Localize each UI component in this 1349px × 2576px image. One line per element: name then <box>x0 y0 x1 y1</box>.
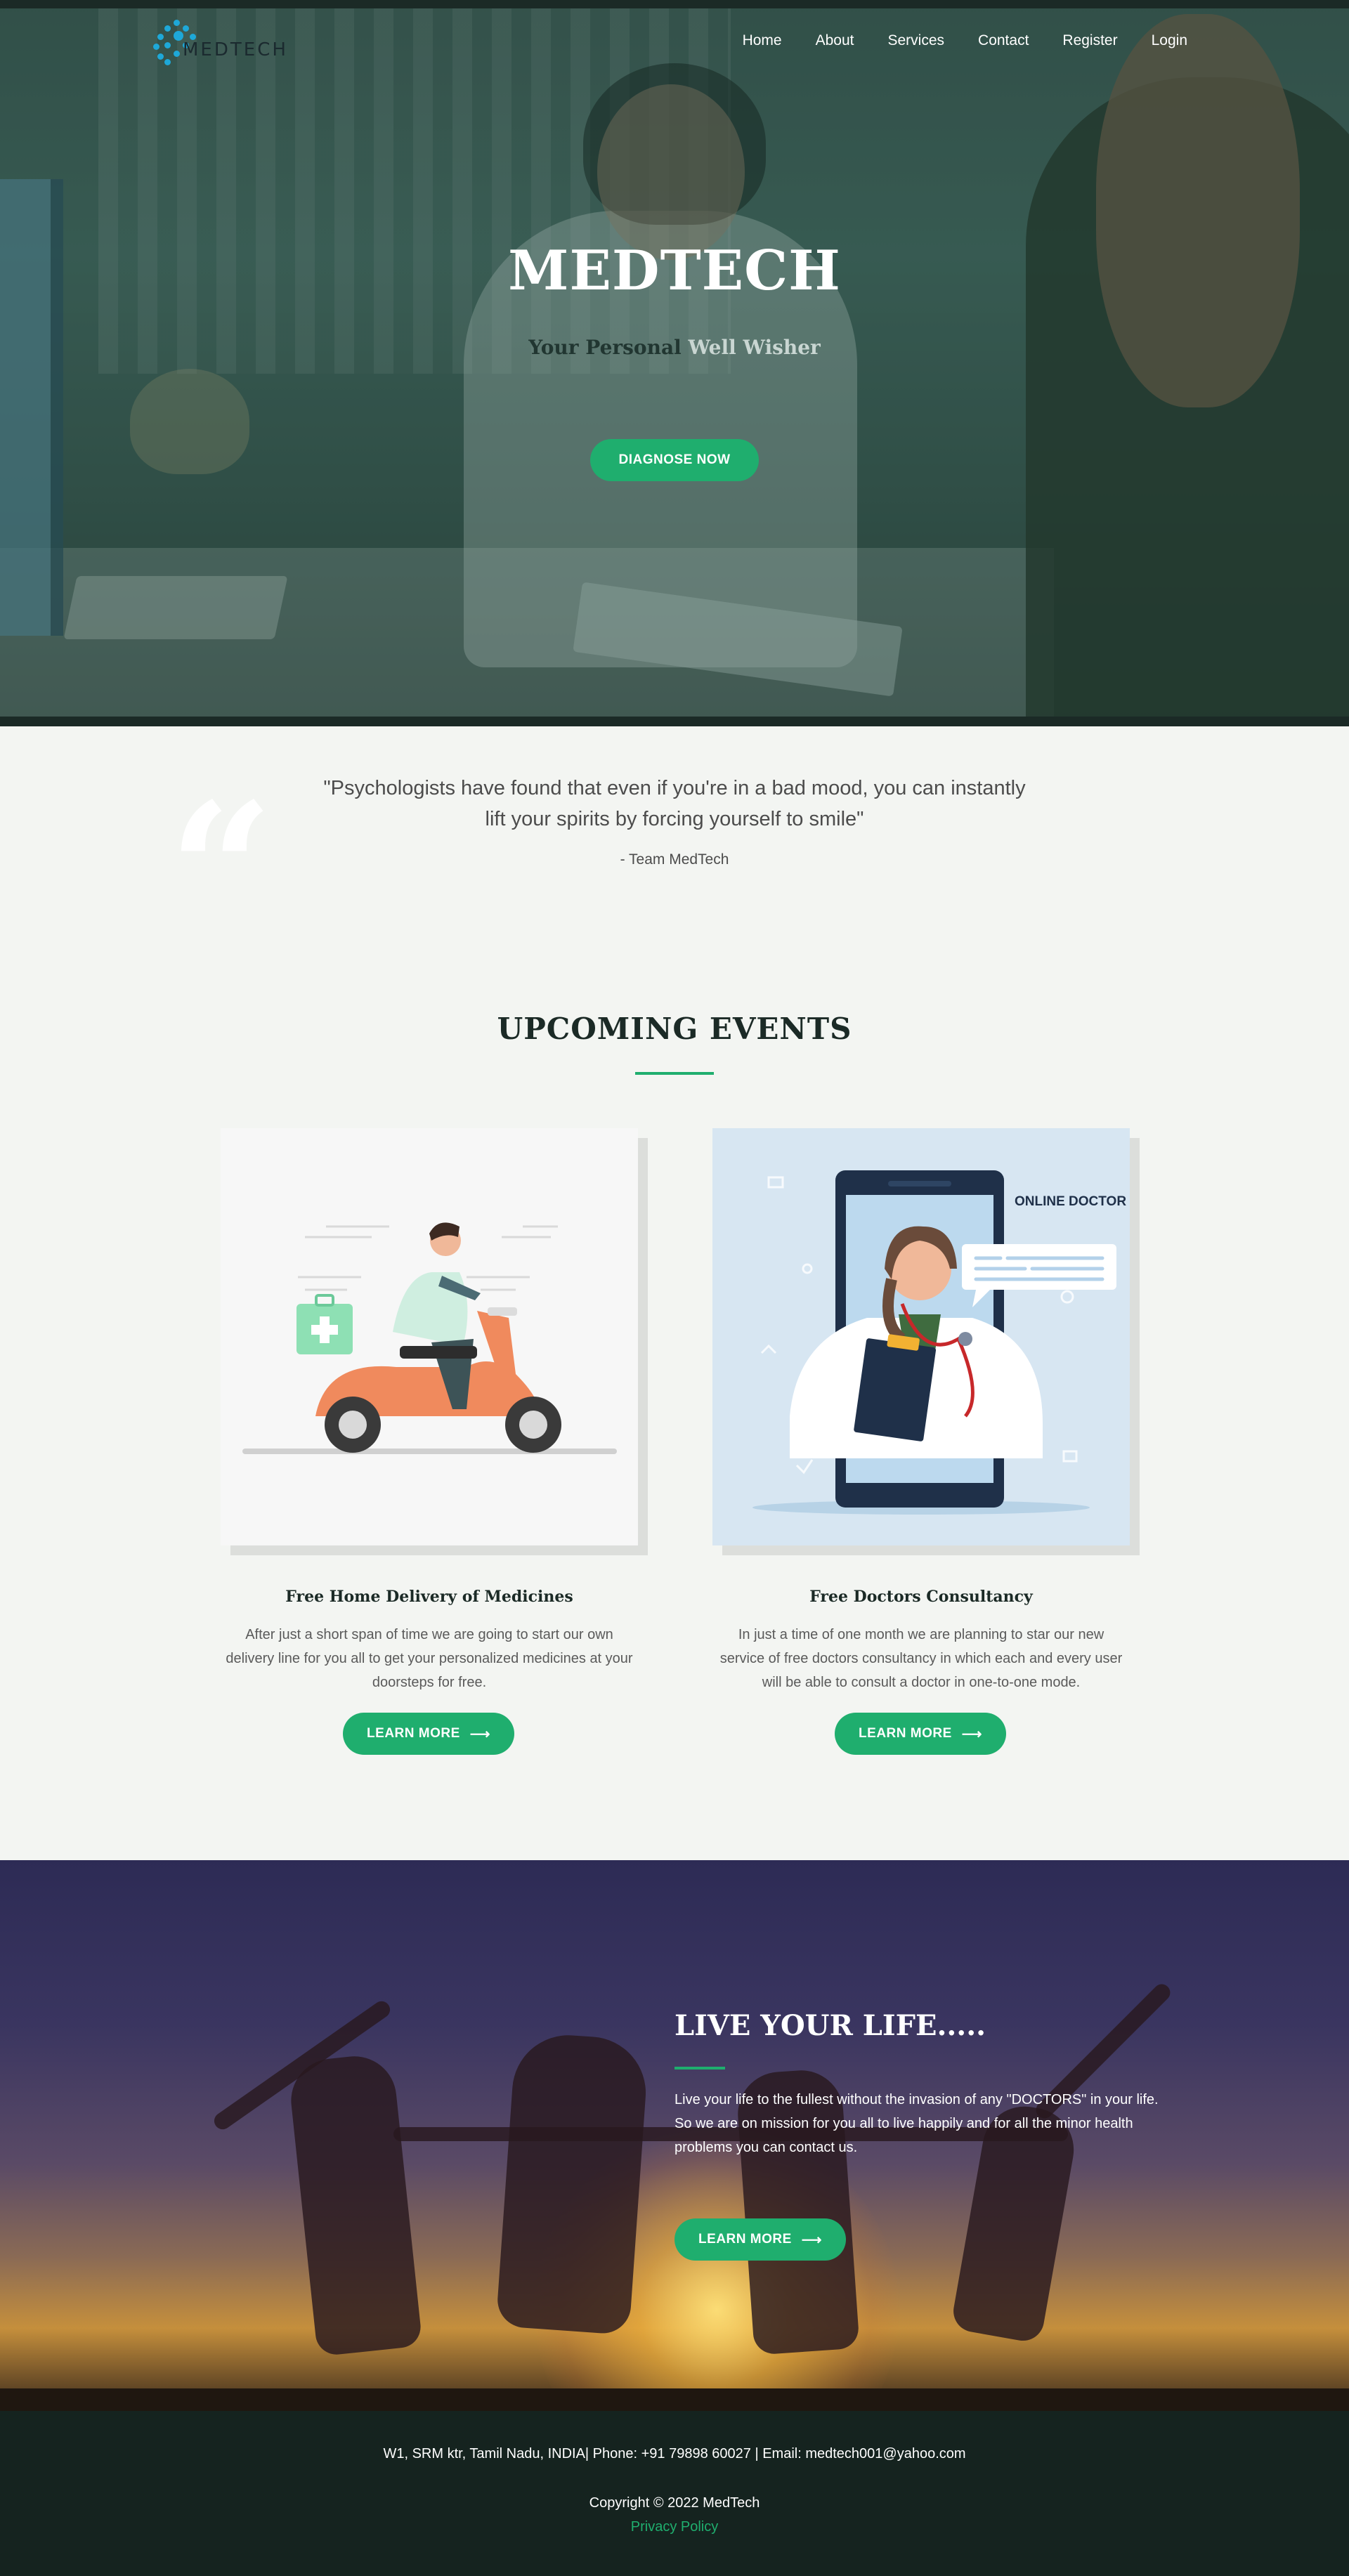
arrow-right-icon: ⟶ <box>469 1726 490 1742</box>
hero-section: MEDTECH Home About Services Contact Regi… <box>0 0 1349 726</box>
logo-text: MEDTECH <box>183 39 288 60</box>
nav-link-about[interactable]: About <box>816 32 854 49</box>
footer: W1, SRM ktr, Tamil Nadu, INDIA| Phone: +… <box>0 2411 1349 2576</box>
quote-author: - Team MedTech <box>620 851 729 868</box>
online-doctor-illustration: ONLINE DOCTOR <box>712 1128 1130 1545</box>
live-your-life-heading: LIVE YOUR LIFE..... <box>674 2009 986 2042</box>
hero-subtitle: Your Personal Well Wisher <box>0 336 1349 359</box>
main-navigation: MEDTECH Home About Services Contact Regi… <box>0 8 1349 72</box>
arrow-right-icon: ⟶ <box>961 1726 982 1742</box>
nav-link-login[interactable]: Login <box>1152 32 1187 49</box>
learn-more-live-label: LEARN MORE <box>698 2232 792 2247</box>
online-doctor-label: ONLINE DOCTOR <box>1015 1194 1126 1209</box>
event-title-delivery: Free Home Delivery of Medicines <box>285 1588 573 1606</box>
events-heading: UPCOMING EVENTS <box>497 1012 852 1046</box>
learn-more-delivery-label: LEARN MORE <box>367 1726 460 1741</box>
event-title-consultancy: Free Doctors Consultancy <box>809 1588 1033 1606</box>
logo[interactable]: MEDTECH <box>152 18 286 67</box>
nav-link-register[interactable]: Register <box>1062 32 1117 49</box>
ground-silhouette <box>0 2388 1349 2411</box>
nav-links: Home About Services Contact Register Log… <box>709 32 1187 49</box>
event-description-delivery: After just a short span of time we are g… <box>226 1627 633 1690</box>
hero-overlay <box>0 0 1349 726</box>
arrow-right-icon: ⟶ <box>801 2232 822 2248</box>
jumping-person-silhouette <box>495 2031 650 2336</box>
quote-mark-icon: “ <box>169 764 274 978</box>
privacy-policy-link[interactable]: Privacy Policy <box>0 2519 1349 2535</box>
hero-subtitle-light: Well Wisher <box>688 336 821 359</box>
quote-text: "Psychologists have found that even if y… <box>323 777 1026 830</box>
nav-link-services[interactable]: Services <box>888 32 945 49</box>
hero-subtitle-dark: Your Personal <box>528 336 682 359</box>
scooter-delivery-illustration <box>221 1128 638 1545</box>
live-your-life-text: Live your life to the fullest without th… <box>674 2092 1159 2155</box>
hero-bottom-bar <box>0 717 1349 726</box>
learn-more-live-button[interactable]: LEARN MORE ⟶ <box>674 2218 846 2261</box>
diagnose-now-button[interactable]: DIAGNOSE NOW <box>590 439 759 481</box>
jumping-person-silhouette <box>287 2052 423 2357</box>
nav-link-contact[interactable]: Contact <box>978 32 1029 49</box>
live-heading-underline <box>674 2067 725 2070</box>
learn-more-delivery-button[interactable]: LEARN MORE ⟶ <box>343 1713 514 1755</box>
learn-more-consultancy-button[interactable]: LEARN MORE ⟶ <box>835 1713 1006 1755</box>
learn-more-consultancy-label: LEARN MORE <box>859 1726 952 1741</box>
hero-title: MEDTECH <box>508 239 841 303</box>
hero-top-bar <box>0 0 1349 8</box>
footer-copyright: Copyright © 2022 MedTech <box>589 2495 760 2511</box>
footer-contact-info: W1, SRM ktr, Tamil Nadu, INDIA| Phone: +… <box>383 2446 966 2461</box>
event-description-consultancy: In just a time of one month we are plann… <box>719 1627 1123 1690</box>
nav-link-home[interactable]: Home <box>743 32 782 49</box>
events-heading-underline <box>635 1072 714 1075</box>
